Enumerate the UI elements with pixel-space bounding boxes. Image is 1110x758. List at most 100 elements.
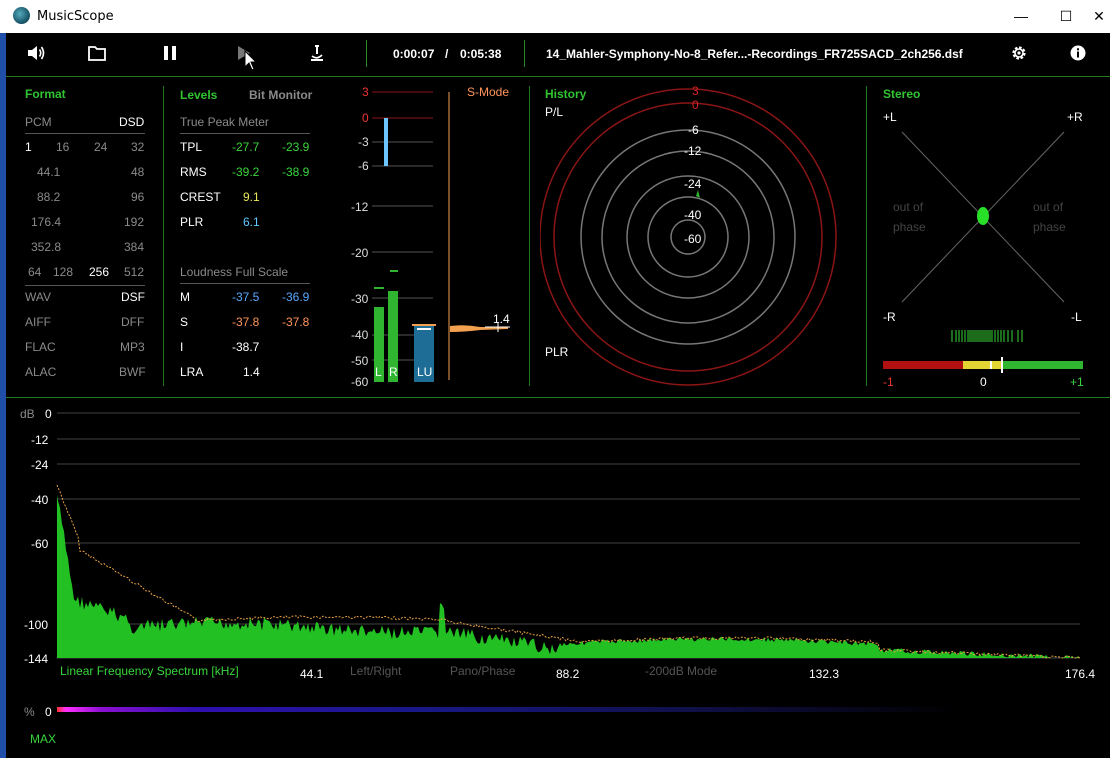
spectrum-fill (57, 495, 1080, 658)
bar-r-label: R (389, 365, 398, 379)
minus-200db-mode-button[interactable]: -200dB Mode (645, 664, 717, 678)
format-title: Format (25, 87, 66, 101)
panel-divider (866, 86, 867, 386)
app-logo-icon (13, 7, 30, 24)
correlation-mid (963, 361, 1003, 369)
lra-value: 1.4 (243, 365, 260, 379)
correlation-indicator (1001, 357, 1003, 373)
settings-button[interactable] (1007, 33, 1031, 73)
minimize-button[interactable]: — (998, 0, 1044, 33)
gear-icon (1012, 46, 1026, 60)
dsd-rate-64: 64 (28, 265, 42, 279)
correlation-ticks (951, 330, 1023, 342)
smode-lra-shape (450, 325, 508, 332)
file-name: 14_Mahler-Symphony-No-8_Refer...-Recordi… (546, 47, 963, 61)
peak-hold-left (374, 287, 384, 289)
info-button[interactable] (1066, 33, 1090, 73)
close-button[interactable]: ✕ (1088, 0, 1110, 33)
levels-title[interactable]: Levels (180, 88, 217, 102)
analyze-button[interactable] (305, 33, 329, 73)
panel-divider (163, 86, 164, 386)
meter-scale-label: -12 (351, 200, 369, 214)
rms-left-value: -39.2 (232, 165, 260, 179)
meter-scale-label: -50 (351, 354, 369, 368)
bit-monitor-tab[interactable]: Bit Monitor (249, 88, 312, 102)
meter-scale-label: -40 (351, 328, 369, 342)
time-total: 0:05:38 (460, 47, 502, 61)
bar-l-label: L (375, 365, 382, 379)
percent-value: 0 (45, 705, 52, 719)
correlation-indicator (990, 361, 992, 369)
meter-scale-label: -20 (351, 246, 369, 260)
rms-label: RMS (180, 165, 207, 179)
file-type-dff: DFF (121, 315, 145, 329)
tpl-left-value: -27.7 (232, 140, 260, 154)
window-title: MusicScope (37, 9, 114, 24)
lu-marker (417, 328, 431, 330)
lra-meter-value: 1.4 (493, 312, 510, 326)
microscope-icon (311, 45, 323, 61)
s-left-value: -37.8 (232, 315, 260, 329)
ring-label-minus-6: -6 (688, 123, 699, 137)
file-type-alac: ALAC (25, 365, 57, 379)
divider (180, 283, 310, 284)
m-label: M (180, 290, 190, 304)
open-file-button[interactable] (85, 33, 109, 73)
x-tick-44: 44.1 (300, 667, 324, 681)
divider (180, 133, 310, 134)
plr-value: 6.1 (243, 215, 260, 229)
file-type-dsf: DSF (121, 290, 145, 304)
left-right-mode-button[interactable]: Left/Right (350, 664, 401, 678)
dsd-rate-256: 256 (89, 265, 110, 279)
volume-button[interactable] (24, 33, 48, 73)
rate-192: 192 (124, 215, 145, 229)
corr-max-label: +1 (1070, 375, 1084, 389)
meter-scale-label: 0 (362, 111, 369, 125)
meter-scale-label: -30 (351, 292, 369, 306)
rate-384: 384 (124, 240, 145, 254)
meter-scale-label: -60 (351, 375, 369, 389)
pano-phase-mode-button[interactable]: Pano/Phase (450, 664, 515, 678)
lra-label: LRA (180, 365, 204, 379)
s-label: S (180, 315, 189, 329)
corr-min-label: -1 (883, 375, 894, 389)
peak-hold-right (390, 270, 398, 272)
file-type-bwf: BWF (119, 365, 146, 379)
rate-48: 48 (131, 165, 145, 179)
m-left-value: -37.5 (232, 290, 260, 304)
ring-label-minus-12: -12 (684, 144, 702, 158)
ring-label-minus-60: -60 (684, 232, 702, 246)
rate-44.1: 44.1 (37, 165, 61, 179)
dsd-rate-128: 128 (53, 265, 74, 279)
maximize-button[interactable]: ☐ (1043, 0, 1089, 33)
smode-label[interactable]: S-Mode (467, 85, 509, 99)
meter-graphic (372, 91, 510, 382)
lu-marker (412, 324, 436, 326)
panel-top-border (6, 76, 1110, 77)
toolbar: 0:00:07 / 0:05:38 14_Mahler-Symphony-No-… (6, 33, 1110, 76)
folder-icon (88, 46, 106, 61)
tpl-right-value: -23.9 (282, 140, 310, 154)
s-right-value: -37.8 (282, 315, 310, 329)
m-right-value: -36.9 (282, 290, 310, 304)
gonio-blob (977, 207, 989, 225)
meter-scale-label: -6 (358, 159, 369, 173)
rate-96: 96 (131, 190, 145, 204)
x-tick-88: 88.2 (556, 667, 580, 681)
toolbar-separator (366, 40, 367, 67)
goniometer (883, 131, 1083, 373)
pcm-label: PCM (25, 115, 52, 129)
ring-label-0: 0 (692, 98, 699, 112)
pause-button[interactable] (158, 33, 182, 73)
ring-label-minus-40: -40 (684, 208, 702, 222)
crest-value: 9.1 (243, 190, 260, 204)
divider (25, 133, 145, 134)
file-type-mp3: MP3 (120, 340, 145, 354)
info-icon (1070, 45, 1086, 61)
history-trace (696, 190, 700, 198)
divider (25, 285, 145, 286)
bit-depth-32: 32 (131, 140, 145, 154)
file-type-flac: FLAC (25, 340, 56, 354)
true-peak-title: True Peak Meter (180, 115, 269, 129)
meter-scale-label: -3 (358, 135, 369, 149)
